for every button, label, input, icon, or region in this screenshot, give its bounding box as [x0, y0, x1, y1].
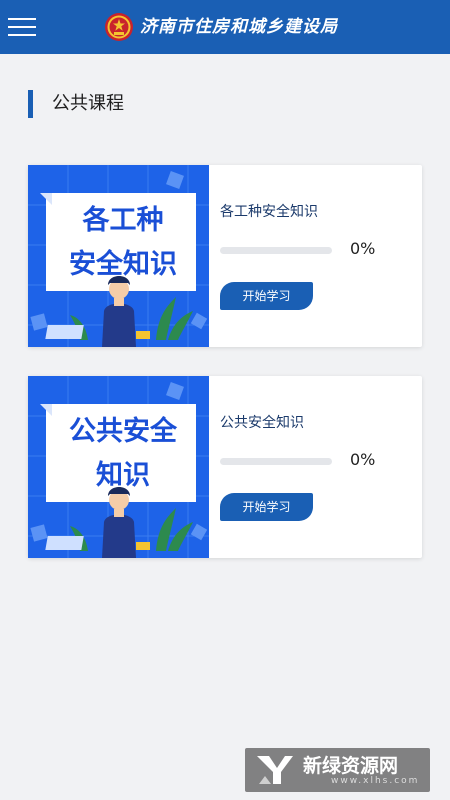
menu-button[interactable]	[8, 14, 38, 40]
course-title: 各工种安全知识	[220, 204, 318, 220]
thumbnail-text-line: 公共安全	[69, 416, 177, 447]
watermark-url: www.xlhs.com	[331, 776, 420, 786]
start-learning-button[interactable]: 开始学习	[220, 493, 313, 521]
site-watermark: 新绿资源网 www.xlhs.com	[245, 748, 430, 792]
menu-icon-line	[8, 18, 36, 20]
progress-percent: 0%	[350, 239, 376, 258]
course-thumbnail: 公共安全 知识	[28, 376, 209, 558]
progress-percent: 0%	[350, 450, 376, 469]
course-title: 公共安全知识	[220, 415, 304, 431]
course-card[interactable]: 公共安全 知识 公共安全知识 0% 开始学习	[28, 376, 422, 558]
section-title: 公共课程	[52, 93, 124, 114]
thumbnail-text-line: 各工种	[82, 205, 164, 236]
start-learning-button[interactable]: 开始学习	[220, 282, 313, 310]
thumbnail-text-line: 知识	[96, 460, 150, 491]
watermark-title: 新绿资源网	[303, 755, 399, 777]
watermark-logo-icon	[257, 756, 293, 784]
course-thumbnail: 各工种 安全知识	[28, 165, 209, 347]
thumbnail-text-line: 安全知识	[69, 249, 177, 280]
national-emblem-icon	[105, 13, 133, 41]
menu-icon-line	[8, 26, 36, 28]
app-title: 济南市住房和城乡建设局	[140, 17, 338, 37]
section-accent-bar	[28, 90, 33, 118]
top-app-bar: 济南市住房和城乡建设局	[0, 0, 450, 54]
progress-bar	[220, 458, 332, 465]
progress-bar	[220, 247, 332, 254]
menu-icon-line	[8, 34, 36, 36]
course-card[interactable]: 各工种 安全知识 各工种安全知识 0% 开始学习	[28, 165, 422, 347]
